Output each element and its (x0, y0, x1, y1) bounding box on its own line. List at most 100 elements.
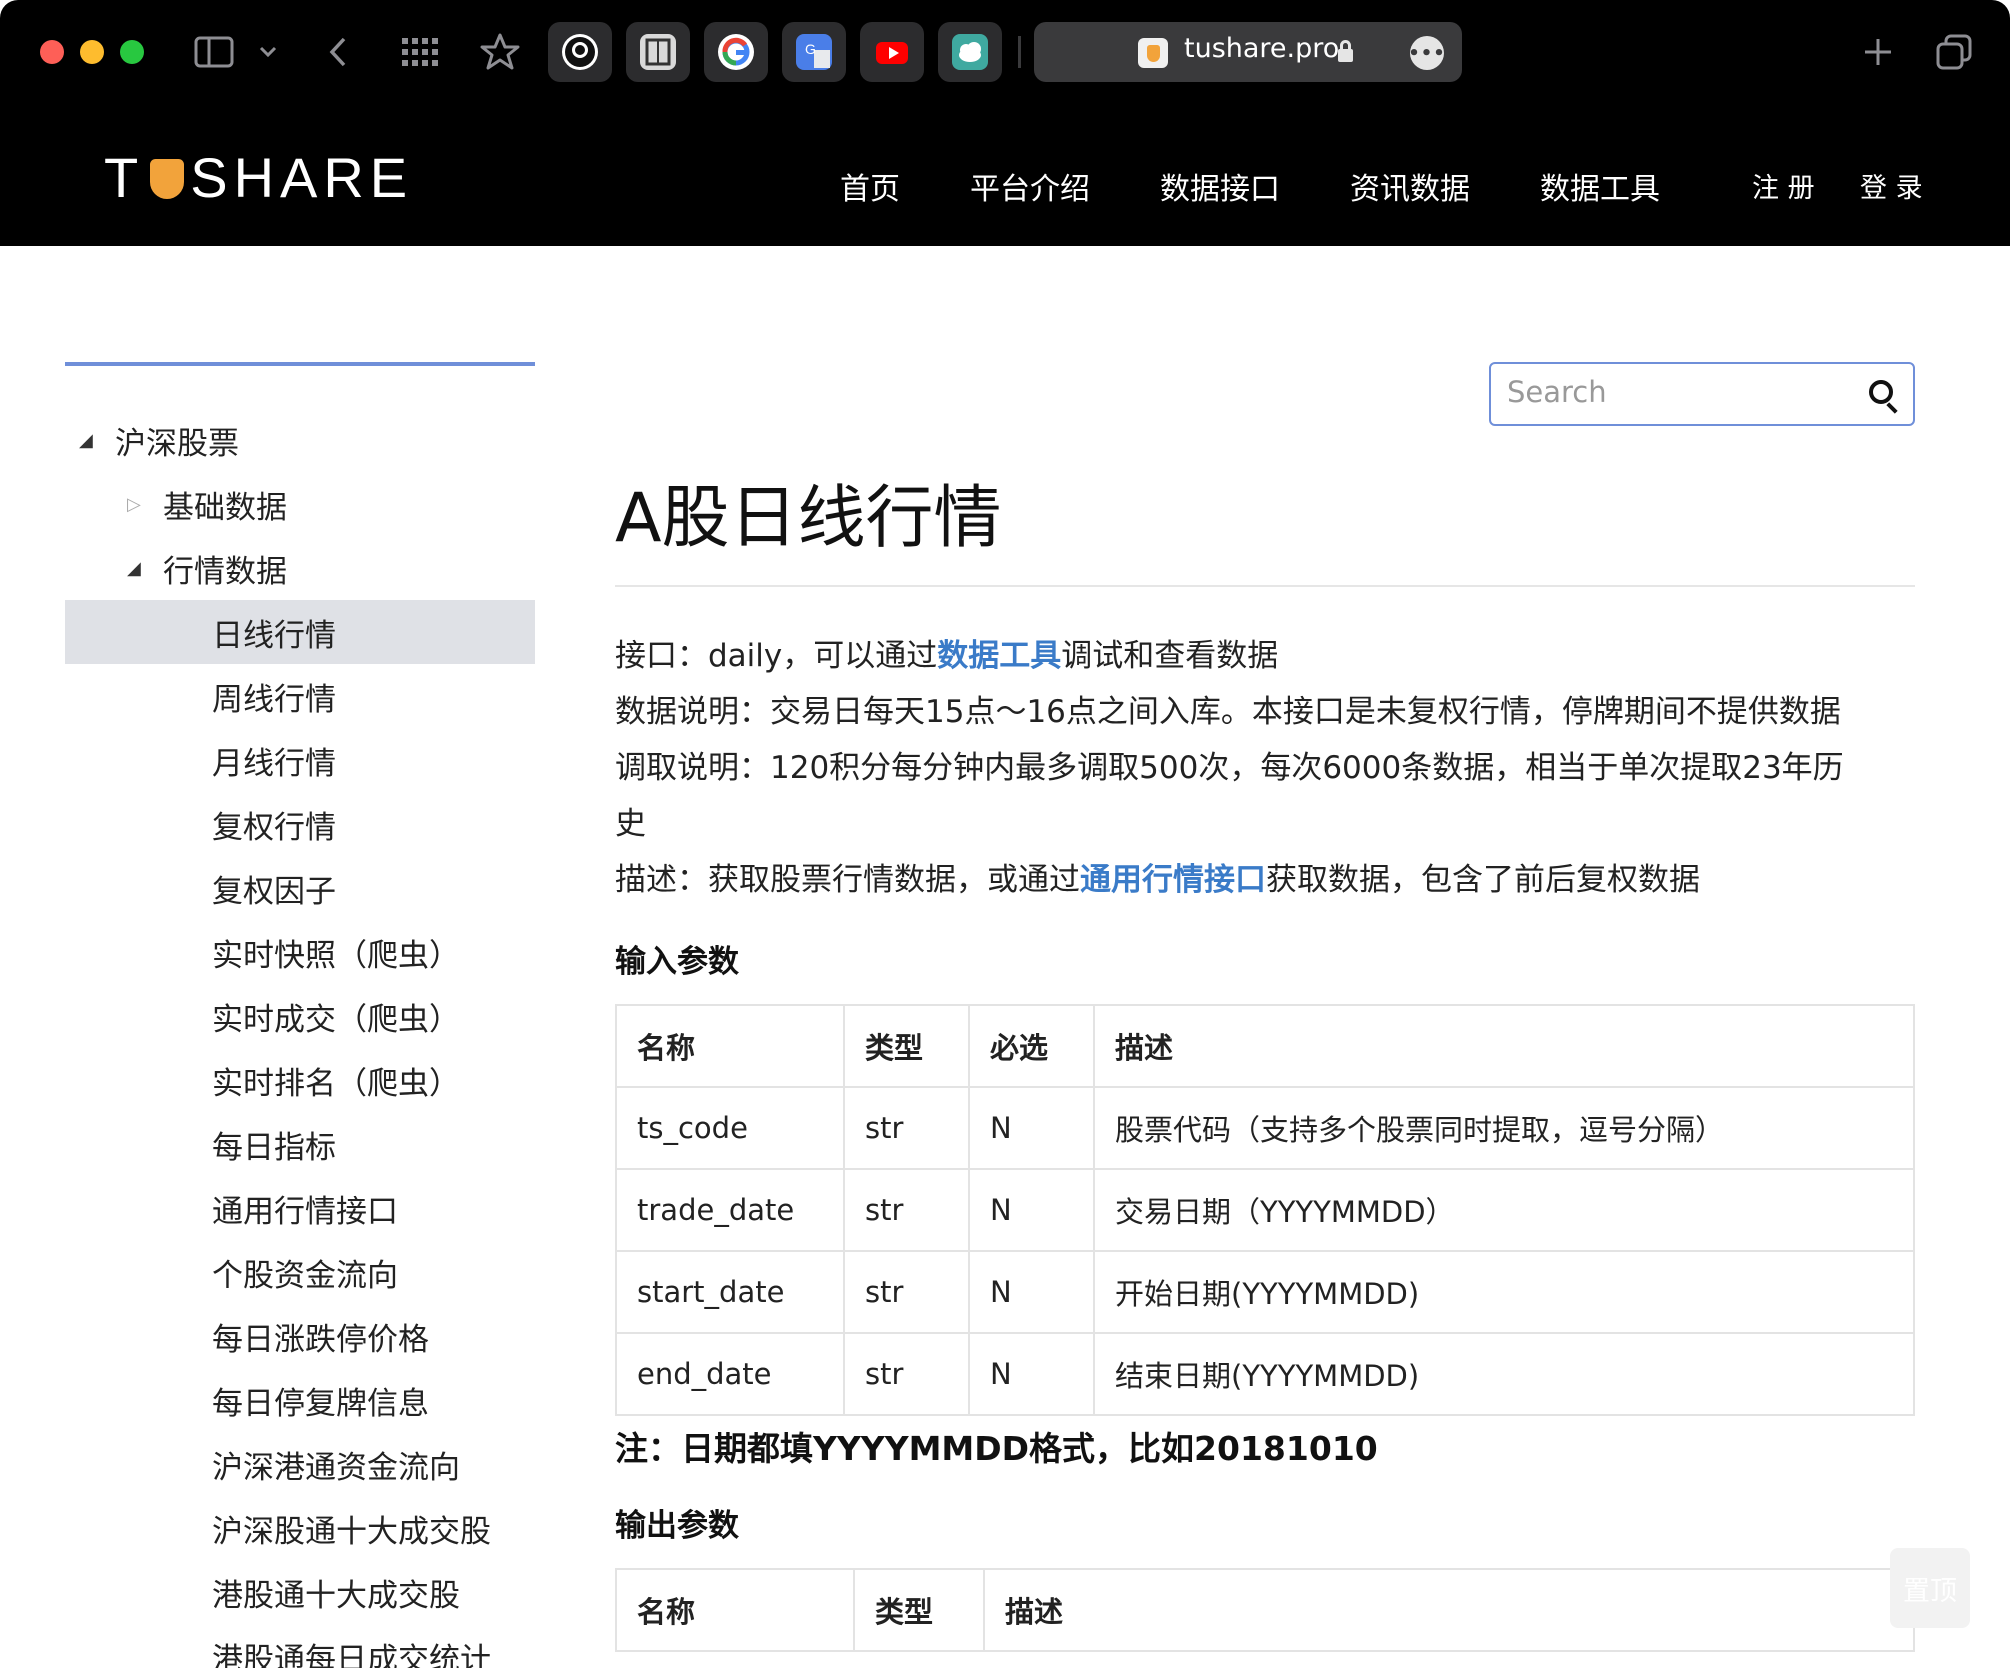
sidebar-item[interactable]: 每日涨跌停价格 (65, 1304, 535, 1368)
sidebar-item[interactable]: 实时排名（爬虫） (65, 1048, 535, 1112)
api-line-text: 接口：daily，可以通过 (615, 638, 938, 674)
table-cell: trade_date (615, 1168, 845, 1252)
close-window-button[interactable] (40, 40, 64, 64)
table-cell: ts_code (615, 1086, 845, 1170)
sidebar-item[interactable]: ◢ 行情数据 (65, 536, 535, 600)
column-header: 类型 (843, 1004, 970, 1088)
nav-home[interactable]: 首页 (840, 164, 900, 208)
search-input[interactable]: Search (1507, 375, 1607, 409)
collapse-triangle-icon[interactable]: ◢ (127, 558, 141, 579)
search-icon[interactable] (1869, 380, 1893, 404)
cloud-icon (952, 34, 988, 70)
description-suffix: 获取数据，包含了前后复权数据 (1266, 862, 1700, 898)
output-params-heading: 输出参数 (615, 1508, 739, 1544)
sidebar-item-label: 复权行情 (212, 809, 336, 846)
sidebar-item[interactable]: 每日指标 (65, 1112, 535, 1176)
new-tab-icon[interactable] (1858, 28, 1898, 76)
input-params-heading: 输入参数 (615, 944, 739, 980)
sidebar-item-label: 沪深港通资金流向 (212, 1449, 460, 1486)
call-limit-line: 调取说明：120积分每分钟内最多调取500次，每次6000条数据，相当于单次提取… (615, 750, 1844, 786)
table-row: start_date str N 开始日期(YYYYMMDD) (615, 1250, 1915, 1334)
nav-data-api[interactable]: 数据接口 (1160, 164, 1280, 208)
nav-data-tools[interactable]: 数据工具 (1540, 164, 1660, 208)
minimize-window-button[interactable] (80, 40, 104, 64)
login-link[interactable]: 登 录 (1860, 166, 1923, 205)
sidebar-item[interactable]: 复权因子 (65, 856, 535, 920)
table-cell: 结束日期(YYYYMMDD) (1093, 1332, 1915, 1416)
tab-google[interactable] (704, 22, 768, 82)
sidebar-item[interactable]: 港股通十大成交股 (65, 1560, 535, 1624)
sidebar-item[interactable]: 港股通每日成交统计 (65, 1624, 535, 1668)
title-divider (615, 585, 1915, 587)
sidebar-item[interactable]: 个股资金流向 (65, 1240, 535, 1304)
google-icon (718, 34, 754, 70)
logo-letter: T (104, 145, 145, 209)
search-box[interactable]: Search (1489, 362, 1915, 426)
sidebar-item[interactable]: ◢ 沪深股票 (65, 408, 535, 472)
sidebar-item[interactable]: 沪深港通资金流向 (65, 1432, 535, 1496)
bookmark-star-icon[interactable] (478, 28, 522, 76)
date-format-note: 注：日期都填YYYYMMDD格式，比如20181010 (615, 1429, 1378, 1468)
back-icon[interactable] (324, 28, 352, 76)
table-cell: N (968, 1086, 1095, 1170)
nav-platform-intro[interactable]: 平台介绍 (970, 164, 1090, 208)
sidebar-item[interactable]: 复权行情 (65, 792, 535, 856)
tab-github[interactable] (548, 22, 612, 82)
column-header: 描述 (1093, 1004, 1915, 1088)
sidebar-item-label: 月线行情 (212, 745, 336, 782)
expand-triangle-icon[interactable]: ▷ (127, 494, 141, 515)
api-line-suffix: 调试和查看数据 (1061, 638, 1279, 674)
tab-overview-icon[interactable] (1934, 28, 1974, 76)
zoom-window-button[interactable] (120, 40, 144, 64)
sidebar-item[interactable]: 实时成交（爬虫） (65, 984, 535, 1048)
table-row: trade_date str N 交易日期（YYYYMMDD） (615, 1168, 1915, 1252)
sidebar-item-label: 实时排名（爬虫） (212, 1065, 460, 1102)
sidebar-item-label: 每日涨跌停价格 (212, 1321, 429, 1358)
table-cell: N (968, 1168, 1095, 1252)
sidebar-item[interactable]: 每日停复牌信息 (65, 1368, 535, 1432)
table-cell: str (843, 1250, 970, 1334)
address-bar[interactable]: tushare.pro ••• (1034, 22, 1462, 82)
github-icon (562, 34, 598, 70)
sidebar-item[interactable]: 月线行情 (65, 728, 535, 792)
tab-youtube[interactable] (860, 22, 924, 82)
tab-cloud[interactable] (938, 22, 1002, 82)
sidebar-item-label: 复权因子 (212, 873, 336, 910)
sidebar-tree: ◢ 沪深股票 ▷ 基础数据 ◢ 行情数据 日线行情 周线行情月线行情复权行情复权因子实时快照（… (65, 408, 535, 1668)
sidebar-item-label: 实时快照（爬虫） (212, 937, 460, 974)
translate-icon: G (796, 34, 832, 70)
back-to-top-button[interactable]: 置顶 (1890, 1548, 1970, 1628)
nav-news-data[interactable]: 资讯数据 (1350, 164, 1470, 208)
general-quote-api-link[interactable]: 通用行情接口 (1080, 862, 1266, 898)
table-cell: 开始日期(YYYYMMDD) (1093, 1250, 1915, 1334)
register-link[interactable]: 注 册 (1752, 166, 1815, 205)
site-header: T SHARE 首页 平台介绍 数据接口 资讯数据 数据工具 注 册 登 录 (0, 104, 2010, 246)
sidebar-item-label: 通用行情接口 (212, 1193, 398, 1230)
column-header: 描述 (983, 1568, 1915, 1652)
sidebar-item[interactable]: 沪深股通十大成交股 (65, 1496, 535, 1560)
sidebar-item[interactable]: 日线行情 (65, 600, 535, 664)
tab-translate[interactable]: G (782, 22, 846, 82)
column-header: 名称 (615, 1568, 855, 1652)
sidebar-item[interactable]: 实时快照（爬虫） (65, 920, 535, 984)
browser-window: G tushare.pro ••• T SHARE 首页 平台介绍 数据接口 资… (0, 0, 2010, 1668)
collapse-triangle-icon[interactable]: ◢ (79, 430, 93, 451)
call-limit-line-cont: 史 (615, 806, 646, 842)
more-options-icon[interactable]: ••• (1408, 36, 1445, 70)
sidebar-item-label: 沪深股票 (115, 425, 239, 462)
table-row: ts_code str N 股票代码（支持多个股票同时提取，逗号分隔） (615, 1086, 1915, 1170)
data-tools-link[interactable]: 数据工具 (937, 638, 1061, 674)
sidebar-item-label: 个股资金流向 (212, 1257, 398, 1294)
column-header: 名称 (615, 1004, 845, 1088)
chevron-down-icon[interactable] (256, 28, 280, 76)
sidebar-toggle-icon[interactable] (192, 28, 236, 76)
carrot-icon (150, 159, 185, 199)
apps-grid-icon[interactable] (398, 28, 442, 76)
table-cell: N (968, 1332, 1095, 1416)
tab-reader[interactable] (626, 22, 690, 82)
sidebar-item[interactable]: 通用行情接口 (65, 1176, 535, 1240)
sidebar-item[interactable]: 周线行情 (65, 664, 535, 728)
tushare-logo[interactable]: T SHARE (104, 142, 413, 212)
url-domain: tushare.pro (1184, 33, 1340, 64)
sidebar-item[interactable]: ▷ 基础数据 (65, 472, 535, 536)
